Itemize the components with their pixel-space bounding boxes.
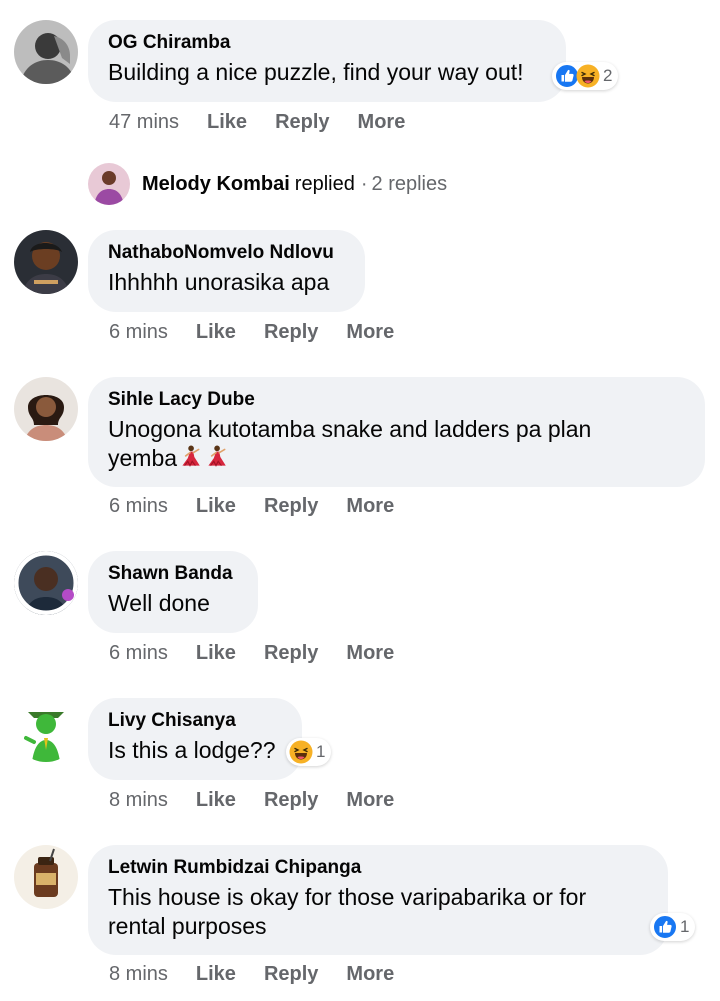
reply-button[interactable]: Reply <box>264 642 318 665</box>
comment-author[interactable]: Letwin Rumbidzai Chipanga <box>108 857 648 879</box>
avatar-photo-icon <box>14 20 78 84</box>
like-icon <box>653 915 677 939</box>
avatar-product-icon <box>14 845 78 909</box>
comment-text: This house is okay for those varipabarik… <box>108 883 648 941</box>
comment-text: Well done <box>108 590 210 616</box>
comment-bubble: Shawn Banda Well done <box>88 551 258 633</box>
avatar[interactable] <box>14 230 78 294</box>
comments-page: OG Chiramba Building a nice puzzle, find… <box>0 0 720 1001</box>
comment-text-line1: Unogona kutotamba snake and ladders pa p… <box>108 416 592 442</box>
comment-actions: 47 mins Like Reply More <box>109 111 433 134</box>
avatar-photo-icon <box>14 230 78 294</box>
avatar[interactable] <box>14 20 78 84</box>
reply-button[interactable]: Reply <box>264 495 318 518</box>
comment-author[interactable]: Sihle Lacy Dube <box>108 389 685 411</box>
like-button[interactable]: Like <box>196 495 236 518</box>
avatar[interactable] <box>14 551 78 615</box>
comment-actions: 8 mins Like Reply More <box>109 789 422 812</box>
more-button[interactable]: More <box>346 789 394 812</box>
like-button[interactable]: Like <box>196 963 236 986</box>
avatar-photo-icon <box>14 377 78 441</box>
reaction-count: 2 <box>603 66 613 85</box>
avatar-cartoon-icon <box>14 698 78 762</box>
reply-button[interactable]: Reply <box>264 321 318 344</box>
dancer-emoji-icon <box>177 444 203 470</box>
like-button[interactable]: Like <box>207 111 247 134</box>
reply-count[interactable]: 2 replies <box>372 173 448 196</box>
reaction-summary[interactable]: 1 <box>286 738 332 766</box>
comment-bubble: OG Chiramba Building a nice puzzle, find… <box>88 20 566 102</box>
more-button[interactable]: More <box>358 111 406 134</box>
reaction-count: 1 <box>680 917 690 936</box>
comment-actions: 6 mins Like Reply More <box>109 495 422 518</box>
dancer-emoji-icon <box>203 444 229 470</box>
comment-author[interactable]: Livy Chisanya <box>108 710 282 732</box>
comment-author[interactable]: OG Chiramba <box>108 32 546 54</box>
reply-separator: · <box>360 172 368 195</box>
view-replies[interactable]: Melody Kombai replied · 2 replies <box>88 163 447 205</box>
reply-button[interactable]: Reply <box>264 963 318 986</box>
more-button[interactable]: More <box>346 642 394 665</box>
comment-time[interactable]: 47 mins <box>109 111 179 134</box>
reaction-summary[interactable]: 1 <box>650 913 696 941</box>
more-button[interactable]: More <box>346 495 394 518</box>
comment-text: Building a nice puzzle, find your way ou… <box>108 59 524 85</box>
comment-time[interactable]: 6 mins <box>109 495 168 518</box>
more-button[interactable]: More <box>346 321 394 344</box>
comment-text-line2: rental purposes <box>108 913 267 939</box>
reply-button[interactable]: Reply <box>275 111 329 134</box>
comment-time[interactable]: 8 mins <box>109 963 168 986</box>
avatar-photo-icon <box>14 551 78 615</box>
reply-author[interactable]: Melody Kombai <box>142 173 290 196</box>
comment-text: Ihhhhh unorasika apa <box>108 269 330 295</box>
comment-text-line2: yemba <box>108 445 178 471</box>
like-button[interactable]: Like <box>196 642 236 665</box>
comment-actions: 6 mins Like Reply More <box>109 642 422 665</box>
comment-bubble: NathaboNomvelo Ndlovu Ihhhhh unorasika a… <box>88 230 365 312</box>
reaction-summary[interactable]: 2 <box>552 62 619 90</box>
comment-author[interactable]: NathaboNomvelo Ndlovu <box>108 242 345 264</box>
comment-actions: 8 mins Like Reply More <box>109 963 422 986</box>
reply-verb: replied <box>294 172 355 195</box>
haha-icon <box>576 64 600 88</box>
reaction-count: 1 <box>316 742 326 761</box>
comment-time[interactable]: 8 mins <box>109 789 168 812</box>
haha-icon <box>289 740 313 764</box>
comment-time[interactable]: 6 mins <box>109 642 168 665</box>
avatar-photo-icon <box>88 163 130 205</box>
avatar[interactable] <box>14 698 78 762</box>
comment-bubble: Livy Chisanya Is this a lodge?? <box>88 698 302 780</box>
avatar <box>88 163 130 205</box>
like-button[interactable]: Like <box>196 789 236 812</box>
like-button[interactable]: Like <box>196 321 236 344</box>
more-button[interactable]: More <box>346 963 394 986</box>
comment-text: Unogona kutotamba snake and ladders pa p… <box>108 415 685 473</box>
comment-author[interactable]: Shawn Banda <box>108 563 238 585</box>
comment-bubble: Letwin Rumbidzai Chipanga This house is … <box>88 845 668 955</box>
comment-bubble: Sihle Lacy Dube Unogona kutotamba snake … <box>88 377 705 487</box>
comment-text: Is this a lodge?? <box>108 737 276 763</box>
comment-text-line1: This house is okay for those varipabarik… <box>108 884 587 910</box>
comment-time[interactable]: 6 mins <box>109 321 168 344</box>
comment-actions: 6 mins Like Reply More <box>109 321 422 344</box>
reply-button[interactable]: Reply <box>264 789 318 812</box>
avatar[interactable] <box>14 377 78 441</box>
avatar[interactable] <box>14 845 78 909</box>
